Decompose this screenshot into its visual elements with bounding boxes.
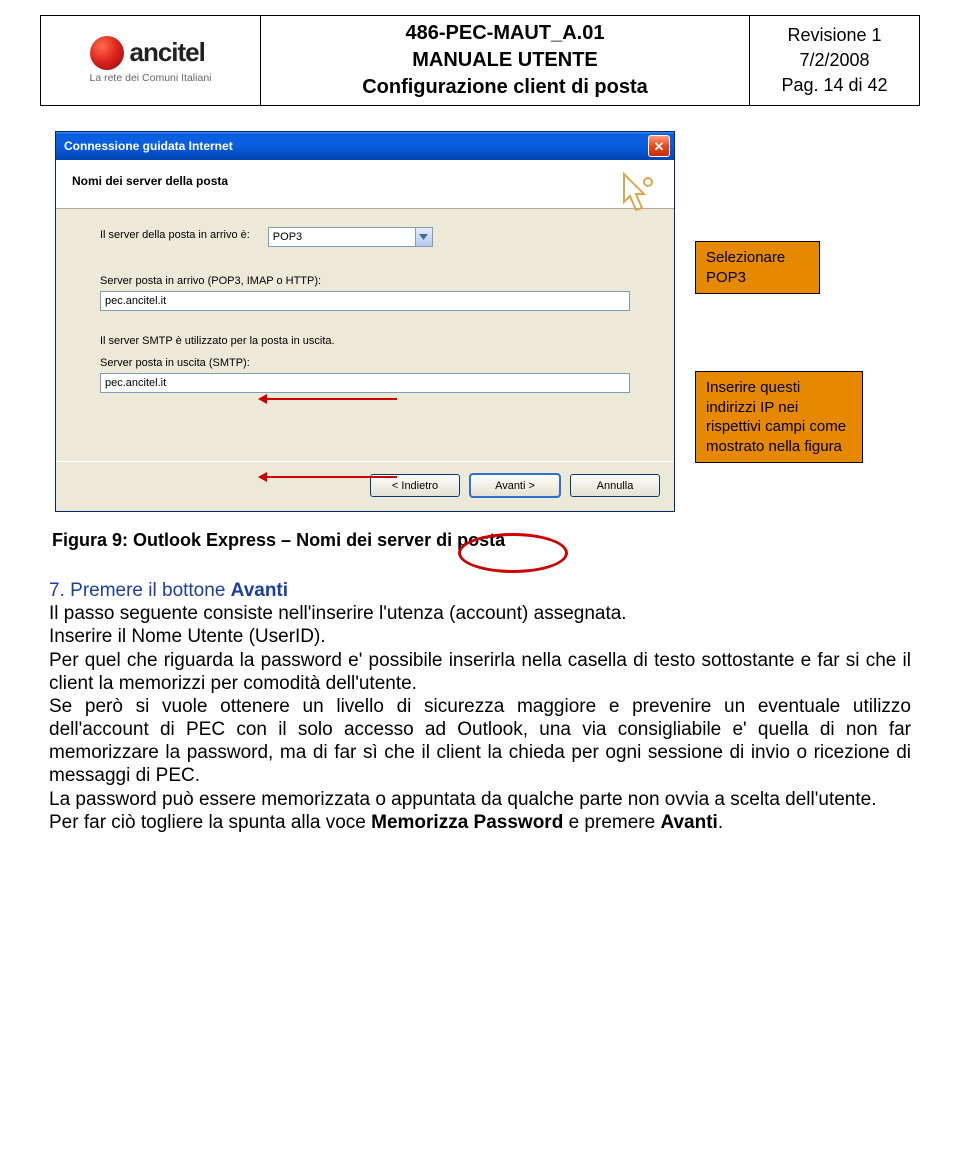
callout-pop3: Selezionare POP3 (695, 241, 820, 294)
revision: Revisione 1 (758, 23, 911, 48)
dialog-header: Nomi dei server della posta (56, 160, 674, 209)
para-6-mid: e premere (563, 812, 660, 833)
close-icon: ✕ (654, 140, 665, 153)
outgoing-server-label: Server posta in uscita (SMTP): (100, 357, 630, 369)
para-3: Per quel che riguarda la password e' pos… (49, 649, 911, 695)
body-text: 7. Premere il bottone Avanti Il passo se… (49, 579, 911, 834)
incoming-type-label: Il server della posta in arrivo è: (100, 229, 250, 241)
revision-date: 7/2/2008 (758, 48, 911, 73)
figure-wrap: Connessione guidata Internet ✕ Nomi dei … (0, 131, 960, 512)
page-header: ancitel La rete dei Comuni Italiani 486-… (40, 15, 920, 106)
logo-icon (90, 36, 124, 70)
para-6: Per far ciò togliere la spunta alla voce… (49, 811, 911, 834)
doc-title-line: MANUALE UTENTE (269, 47, 741, 74)
step-number: 7. (49, 580, 65, 601)
cursor-arrow-icon (604, 166, 660, 222)
revision-cell: Revisione 1 7/2/2008 Pag. 14 di 42 (750, 16, 920, 106)
step-text-bold: Avanti (231, 580, 288, 601)
doc-code: 486-PEC-MAUT_A.01 (269, 20, 741, 47)
para-6-suffix: . (718, 812, 723, 833)
doc-subtitle: Configurazione client di posta (269, 74, 741, 101)
para-2: Inserire il Nome Utente (UserID). (49, 625, 911, 648)
step-7: 7. Premere il bottone Avanti (49, 579, 911, 602)
next-button[interactable]: Avanti > (470, 474, 560, 497)
para-6-bold1: Memorizza Password (371, 812, 563, 833)
para-5: La password può essere memorizzata o app… (49, 788, 911, 811)
logo-cell: ancitel La rete dei Comuni Italiani (41, 16, 261, 106)
annotation-arrow (262, 398, 397, 400)
page-number: Pag. 14 di 42 (758, 73, 911, 98)
incoming-server-input[interactable] (100, 291, 630, 311)
outgoing-server-input[interactable] (100, 373, 630, 393)
smtp-note: Il server SMTP è utilizzato per la posta… (100, 335, 630, 347)
wizard-dialog: Connessione guidata Internet ✕ Nomi dei … (55, 131, 675, 512)
step-text-prefix: Premere il bottone (70, 580, 231, 601)
cancel-button[interactable]: Annulla (570, 474, 660, 497)
titlebar[interactable]: Connessione guidata Internet ✕ (56, 132, 674, 160)
select-value: POP3 (273, 231, 302, 243)
logo-text: ancitel (130, 37, 205, 68)
incoming-type-select[interactable]: POP3 (268, 227, 433, 247)
para-1: Il passo seguente consiste nell'inserire… (49, 602, 911, 625)
doc-title: 486-PEC-MAUT_A.01 MANUALE UTENTE Configu… (261, 16, 750, 106)
dialog-body: Il server della posta in arrivo è: POP3 … (56, 209, 674, 461)
logo-subtitle: La rete dei Comuni Italiani (90, 72, 212, 84)
para-4: Se però si vuole ottenere un livello di … (49, 695, 911, 788)
annotation-arrow (262, 476, 397, 478)
callout-ip: Inserire questi indirizzi IP nei rispett… (695, 371, 863, 463)
para-6-prefix: Per far ciò togliere la spunta alla voce (49, 812, 371, 833)
para-6-bold2: Avanti (660, 812, 717, 833)
close-button[interactable]: ✕ (648, 135, 670, 157)
dialog-header-title: Nomi dei server della posta (72, 174, 658, 188)
incoming-server-label: Server posta in arrivo (POP3, IMAP o HTT… (100, 275, 630, 287)
titlebar-text: Connessione guidata Internet (64, 139, 233, 153)
chevron-down-icon (415, 228, 432, 246)
annotation-ellipse (458, 533, 568, 573)
dialog-footer: < Indietro Avanti > Annulla (56, 461, 674, 511)
